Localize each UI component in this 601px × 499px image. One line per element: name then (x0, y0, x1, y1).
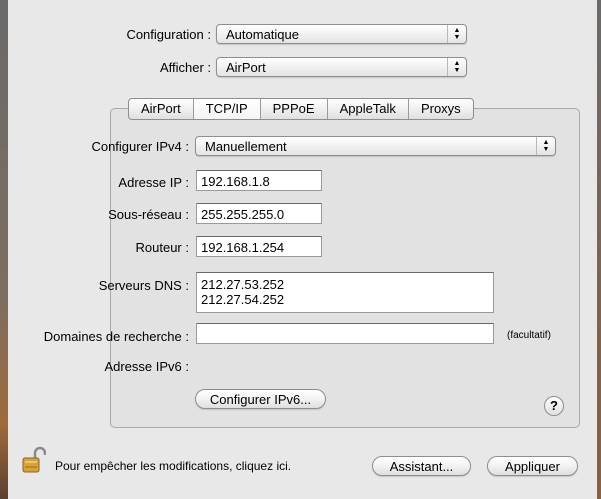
background-left-edge (0, 0, 8, 499)
dns-server-2: 212.27.54.252 (201, 292, 285, 307)
afficher-popup[interactable]: AirPort ▲ ▼ (216, 57, 467, 77)
configuration-popup[interactable]: Automatique ▲ ▼ (216, 24, 467, 44)
network-preferences-pane: Configuration : Automatique ▲ ▼ Afficher … (8, 0, 597, 499)
routeur-field[interactable]: 192.168.1.254 (196, 236, 322, 257)
lock-open-icon[interactable] (22, 446, 47, 474)
serveurs-dns-field[interactable]: 212.27.53.252 212.27.54.252 (196, 272, 494, 313)
domaines-recherche-label: Domaines de recherche : (43, 329, 189, 344)
help-icon[interactable]: ? (544, 396, 564, 416)
tab-tcpip[interactable]: TCP/IP (193, 99, 261, 119)
popup-arrows-icon: ▲ ▼ (447, 58, 466, 76)
tab-appletalk[interactable]: AppleTalk (328, 99, 409, 119)
afficher-label: Afficher : (159, 60, 211, 75)
configuration-value: Automatique (226, 27, 299, 42)
appliquer-button[interactable]: Appliquer (487, 456, 578, 476)
adresse-ip-label: Adresse IP : (118, 175, 189, 190)
tab-proxys[interactable]: Proxys (409, 99, 473, 119)
domaines-recherche-field[interactable] (196, 323, 494, 344)
tab-bar: AirPort TCP/IP PPPoE AppleTalk Proxys (128, 98, 474, 120)
routeur-label: Routeur : (135, 240, 189, 255)
tab-pppoe[interactable]: PPPoE (261, 99, 328, 119)
popup-arrows-icon: ▲ ▼ (536, 137, 555, 155)
adresse-ip-field[interactable]: 192.168.1.8 (196, 170, 322, 191)
tab-airport[interactable]: AirPort (129, 99, 194, 119)
configurer-ipv4-popup[interactable]: Manuellement ▲ ▼ (195, 136, 556, 156)
assistant-button[interactable]: Assistant... (372, 456, 471, 476)
background-right-edge (597, 0, 601, 499)
configurer-ipv4-label: Configurer IPv4 : (91, 139, 189, 154)
adresse-ipv6-label: Adresse IPv6 : (104, 359, 189, 374)
configurer-ipv4-value: Manuellement (205, 139, 287, 154)
tcpip-panel (110, 108, 580, 428)
sous-reseau-label: Sous-réseau : (108, 207, 189, 222)
sous-reseau-field[interactable]: 255.255.255.0 (196, 203, 322, 224)
lock-message[interactable]: Pour empêcher les modifications, cliquez… (55, 459, 291, 473)
dns-server-1: 212.27.53.252 (201, 277, 285, 292)
popup-arrows-icon: ▲ ▼ (447, 25, 466, 43)
configuration-label: Configuration : (126, 27, 211, 42)
configurer-ipv6-button[interactable]: Configurer IPv6... (195, 389, 326, 409)
afficher-value: AirPort (226, 60, 266, 75)
serveurs-dns-label: Serveurs DNS : (98, 278, 189, 293)
facultatif-note: (facultatif) (507, 330, 551, 341)
